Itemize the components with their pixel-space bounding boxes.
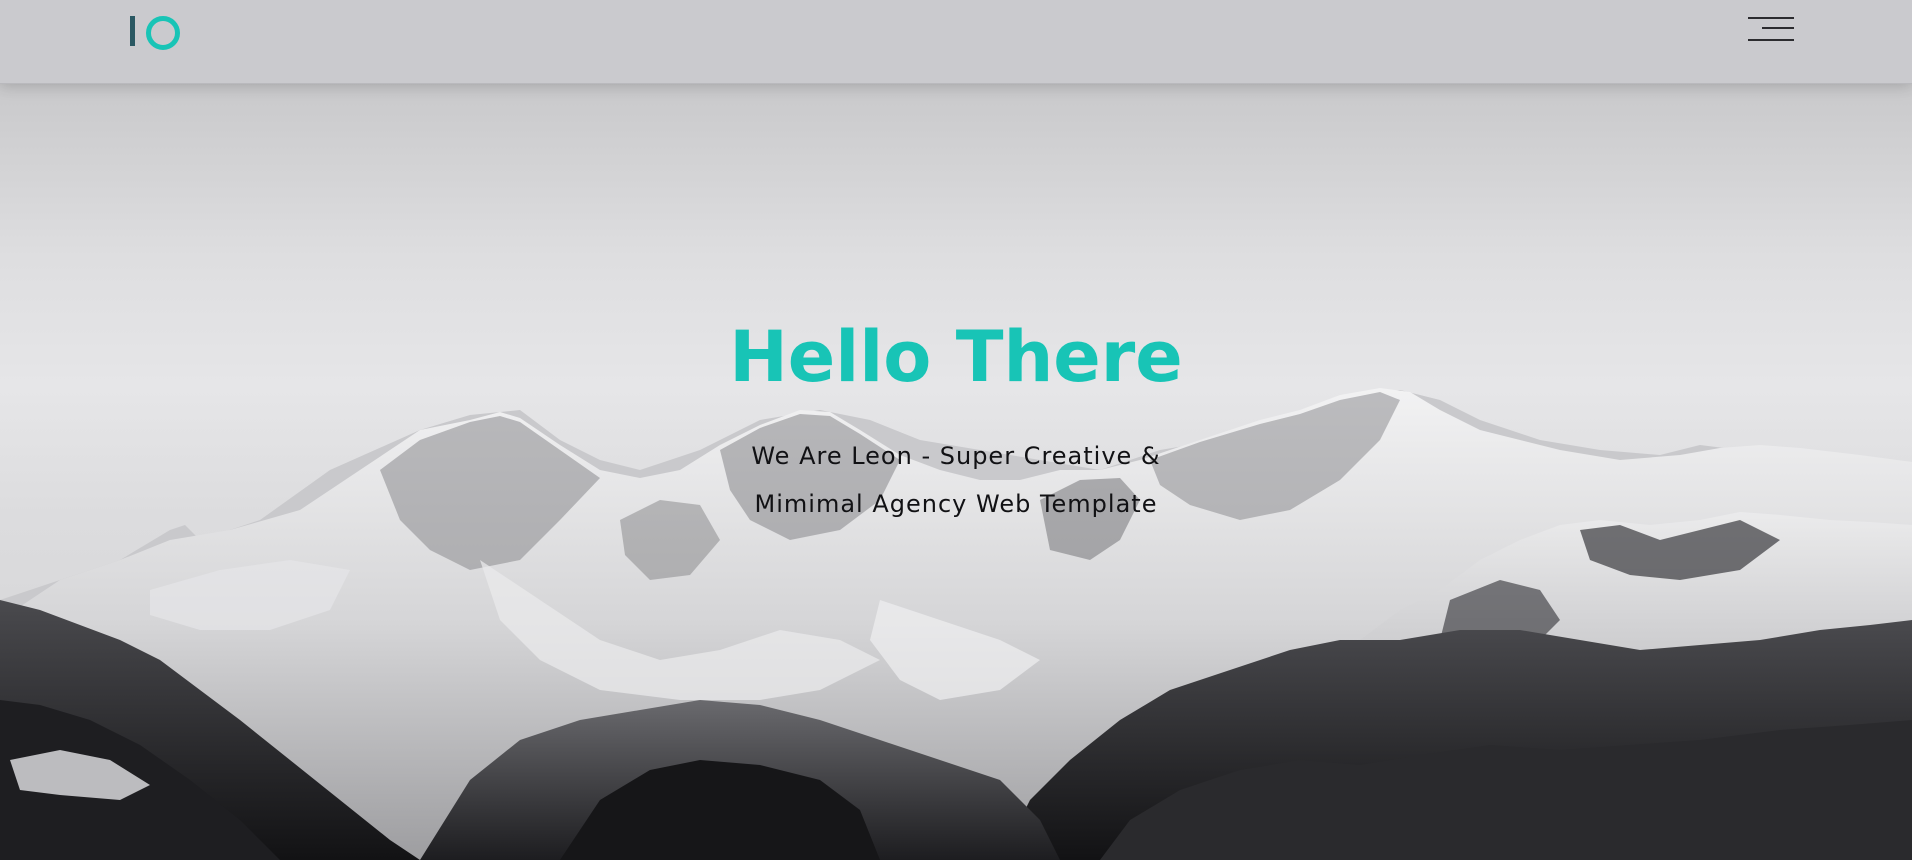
hero-subtitle-line-1: We Are Leon - Super Creative & [751,442,1161,470]
hero-title: Hello There [729,316,1183,398]
menu-line-top [1748,17,1794,19]
hero-section: Hello There We Are Leon - Super Creative… [0,0,1912,860]
menu-line-middle [1762,27,1794,29]
logo-bar [130,16,135,46]
hamburger-menu-icon[interactable] [1748,16,1796,44]
hero-subtitle-line-2: Mimimal Agency Web Template [754,490,1158,518]
menu-line-bottom [1748,39,1794,41]
hero-subtitle: We Are Leon - Super Creative & Mimimal A… [736,432,1176,528]
site-header [0,0,1912,84]
logo-ring [146,16,180,50]
hero-content: Hello There We Are Leon - Super Creative… [0,312,1912,528]
logo-icon[interactable] [128,14,180,50]
